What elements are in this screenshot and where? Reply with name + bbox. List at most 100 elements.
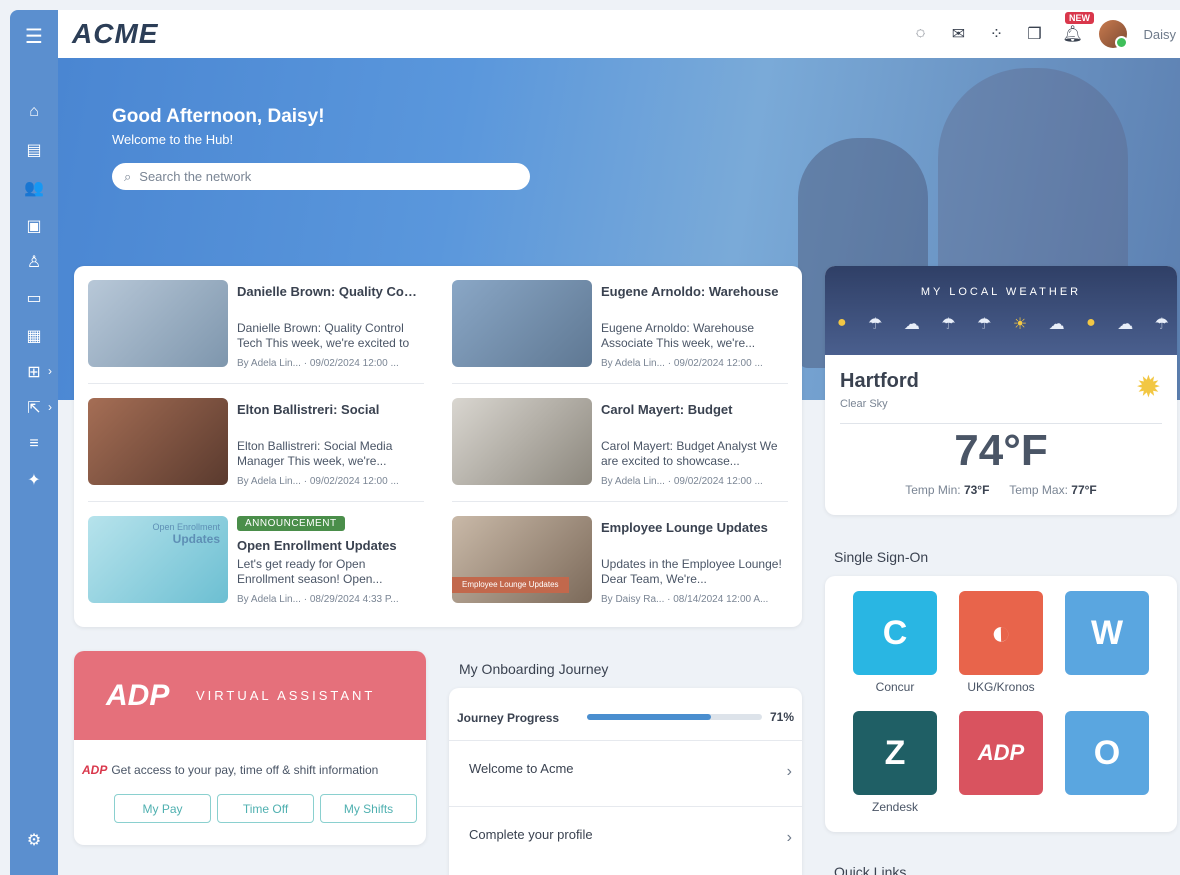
news-item[interactable]: Elton Ballistreri: Social Elton Ballistr… xyxy=(88,398,424,506)
adp-app-tile[interactable]: ADP xyxy=(959,711,1043,795)
weather-header: MY LOCAL WEATHER ● ☂ ☁ ☂ ☂ ☀ ☁ ● ☁ ☂ xyxy=(825,266,1177,355)
list-icon[interactable]: ≡ xyxy=(22,432,46,456)
cloud-rain-icon: ☂ xyxy=(868,316,883,333)
news-item[interactable]: Eugene Arnoldo: Warehouse Eugene Arnoldo… xyxy=(452,280,788,388)
news-excerpt: Elton Ballistreri: Social Media Manager … xyxy=(237,439,393,468)
sun-icon: ● xyxy=(837,314,847,331)
settings-gear-icon[interactable]: ⚙ xyxy=(22,828,46,852)
okta-app-tile[interactable]: O xyxy=(1065,711,1149,795)
news-excerpt: Updates in the Employee Lounge! Dear Tea… xyxy=(601,557,782,586)
puzzle-icon[interactable]: ✦ xyxy=(22,468,46,492)
journey-step-label: Complete your profile xyxy=(469,827,593,842)
chevron-right-icon[interactable]: › xyxy=(787,763,792,781)
folder-icon[interactable]: ▭ xyxy=(22,286,46,310)
news-thumbnail[interactable] xyxy=(452,398,592,485)
top-bar-actions: ◌ ✉ ⁘ ❒ 🔔︎ Daisy xyxy=(909,10,1180,58)
news-meta: By Daisy Ra... · 08/14/2024 12:00 A... xyxy=(601,594,769,605)
my-pay-button[interactable]: My Pay xyxy=(114,794,211,823)
top-bar: ACME NEW ◌ ✉ ⁘ ❒ 🔔︎ Daisy xyxy=(58,10,1180,58)
news-excerpt: Danielle Brown: Quality Control Tech Thi… xyxy=(237,321,410,350)
mail-icon[interactable]: ✉ xyxy=(947,24,969,44)
announcement-badge: ANNOUNCEMENT xyxy=(237,516,345,531)
notification-bell-icon[interactable]: 🔔︎ xyxy=(1061,24,1083,44)
sun-icon: ✹ xyxy=(1135,371,1161,404)
news-title[interactable]: Danielle Brown: Quality Control xyxy=(237,284,423,299)
external-link-icon[interactable]: ⇱ xyxy=(22,396,46,420)
bookmark-icon[interactable]: ❒ xyxy=(1023,24,1045,44)
apps-icon[interactable]: ⊞ xyxy=(22,360,46,384)
cloud-icon: ☁ xyxy=(1048,316,1065,333)
chat-bot-icon[interactable]: ▣ xyxy=(22,214,46,238)
zendesk-label[interactable]: Zendesk xyxy=(845,800,945,814)
journey-progress-label: Journey Progress xyxy=(457,711,560,725)
apps-icon[interactable]: ⁘ xyxy=(985,24,1007,44)
thumbnail-caption: Open Enrollment Updates xyxy=(152,522,220,546)
journey-step[interactable]: Complete your profile › xyxy=(449,806,802,872)
chat-bubble-icon[interactable]: ◌ xyxy=(909,25,931,43)
concur-app-tile[interactable]: C xyxy=(853,591,937,675)
welcome-text: Welcome to the Hub! xyxy=(112,132,234,147)
journey-progress-bar xyxy=(587,714,762,720)
cloud-rain-icon: ☂ xyxy=(1154,316,1169,333)
time-off-button[interactable]: Time Off xyxy=(217,794,314,823)
news-item[interactable]: Danielle Brown: Quality Control Danielle… xyxy=(88,280,424,388)
concur-label[interactable]: Concur xyxy=(845,680,945,694)
person-icon[interactable]: ♙ xyxy=(22,250,46,274)
adp-virtual-assistant-card: ADP VIRTUAL ASSISTANT ADP Get access to y… xyxy=(74,651,426,845)
left-nav-rail: ☰ ⌂ ▤ 👥 ▣ ♙ ▭ ▦ ⊞ › ⇱ › ≡ ✦ ⚙ xyxy=(10,10,58,875)
thumbnail-caption: Employee Lounge Updates xyxy=(452,577,569,593)
cloud-rain-icon: ☂ xyxy=(941,316,956,333)
news-thumbnail[interactable] xyxy=(88,280,228,367)
search-input[interactable] xyxy=(139,169,518,184)
people-icon[interactable]: 👥 xyxy=(22,176,46,200)
news-item[interactable]: Carol Mayert: Budget Carol Mayert: Budge… xyxy=(452,398,788,506)
chevron-right-icon[interactable]: › xyxy=(48,364,52,378)
weather-title: MY LOCAL WEATHER xyxy=(920,286,1082,298)
avatar[interactable] xyxy=(1099,20,1129,49)
news-title[interactable]: Open Enrollment Updates xyxy=(237,538,423,553)
news-item[interactable]: Employee Lounge Updates Employee Lounge … xyxy=(452,516,788,624)
acme-logo[interactable]: ACME xyxy=(72,18,158,50)
news-thumbnail[interactable]: Open Enrollment Updates xyxy=(88,516,228,603)
cloud-rain-icon: ☂ xyxy=(977,316,992,333)
news-icon[interactable]: ▤ xyxy=(22,138,46,162)
news-meta: By Adela Lin... · 09/02/2024 12:00 ... xyxy=(237,358,399,369)
news-title[interactable]: Employee Lounge Updates xyxy=(601,520,787,535)
news-title[interactable]: Carol Mayert: Budget xyxy=(601,402,787,417)
ukg-kronos-label[interactable]: UKG/Kronos xyxy=(951,680,1051,694)
news-item[interactable]: Open Enrollment Updates ANNOUNCEMENT Open… xyxy=(88,516,424,624)
journey-step-label: Welcome to Acme xyxy=(469,761,574,776)
adp-description: ADP Get access to your pay, time off & sh… xyxy=(82,763,379,777)
news-feed-card: Danielle Brown: Quality Control Danielle… xyxy=(74,266,802,627)
adp-logo: ADP xyxy=(106,679,170,712)
adp-mini-logo: ADP xyxy=(82,763,108,777)
calendar-icon[interactable]: ▦ xyxy=(22,324,46,348)
user-name[interactable]: Daisy xyxy=(1143,27,1176,42)
hamburger-menu-icon[interactable]: ☰ xyxy=(22,24,46,48)
news-excerpt: Let's get ready for Open Enrollment seas… xyxy=(237,557,383,586)
divider xyxy=(452,383,788,384)
temp-range: Temp Min: 73°F Temp Max: 77°F xyxy=(905,483,1097,497)
cloud-icon: ☁ xyxy=(903,316,920,333)
onboarding-title: My Onboarding Journey xyxy=(459,661,609,677)
sun-cloud-icon: ☀ xyxy=(1012,316,1028,333)
news-meta: By Adela Lin... · 08/29/2024 4:33 P... xyxy=(237,594,399,605)
home-icon[interactable]: ⌂ xyxy=(22,100,46,124)
chevron-right-icon[interactable]: › xyxy=(48,400,52,414)
news-meta: By Adela Lin... · 09/02/2024 12:00 ... xyxy=(601,476,763,487)
my-shifts-button[interactable]: My Shifts xyxy=(320,794,417,823)
news-title[interactable]: Elton Ballistreri: Social xyxy=(237,402,423,417)
news-excerpt: Eugene Arnoldo: Warehouse Associate This… xyxy=(601,321,756,350)
greeting-heading: Good Afternoon, Daisy! xyxy=(112,106,325,127)
news-thumbnail[interactable]: Employee Lounge Updates xyxy=(452,516,592,603)
news-thumbnail[interactable] xyxy=(88,398,228,485)
ukg-kronos-app-tile[interactable]: ◐ xyxy=(959,591,1043,675)
journey-step[interactable]: Welcome to Acme › xyxy=(449,740,802,806)
search-bar[interactable]: ⌕ xyxy=(112,163,530,190)
temp-max: 77°F xyxy=(1071,483,1097,497)
chevron-right-icon[interactable]: › xyxy=(787,829,792,847)
news-thumbnail[interactable] xyxy=(452,280,592,367)
zendesk-app-tile[interactable]: Z xyxy=(853,711,937,795)
workday-app-tile[interactable]: W xyxy=(1065,591,1149,675)
news-title[interactable]: Eugene Arnoldo: Warehouse xyxy=(601,284,787,299)
